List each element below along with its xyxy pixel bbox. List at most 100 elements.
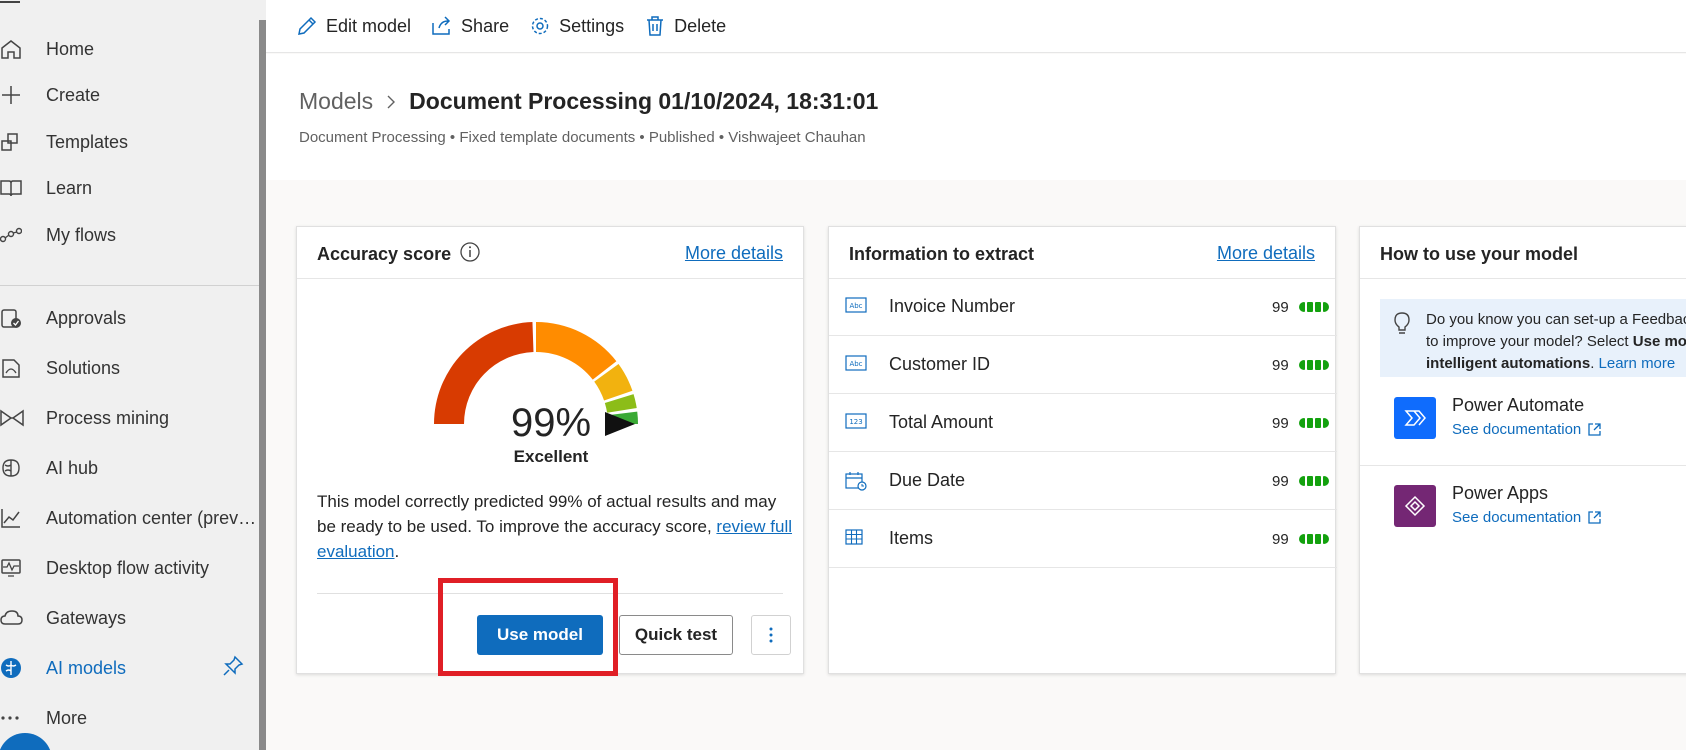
nav-item-automation-center[interactable]: Automation center (previe... [0, 496, 260, 540]
nav-item-templates[interactable]: Templates [0, 120, 258, 164]
nav-item-approvals[interactable]: Approvals [0, 296, 258, 340]
svg-text:Abc: Abc [849, 302, 862, 310]
field-confidence: 99 [1272, 357, 1289, 374]
share-label: Share [461, 15, 510, 36]
feedback-tip-banner: Do you know you can set-up a Feedbac to … [1380, 299, 1686, 377]
ai-models-icon [0, 655, 26, 681]
nav-item-my-flows[interactable]: My flows [0, 213, 258, 257]
confidence-bars [1299, 476, 1331, 486]
power-apps-docs-link[interactable]: See documentation [1452, 509, 1602, 526]
field-row[interactable]: Items 99 [829, 511, 1337, 568]
info-icon[interactable] [459, 241, 481, 268]
pencil-icon [298, 16, 317, 35]
divider [317, 593, 783, 594]
nav-label: Templates [46, 131, 129, 152]
monitor-icon [0, 555, 26, 581]
power-automate-icon [1394, 397, 1436, 439]
app-name: Power Apps [1452, 483, 1549, 503]
solutions-icon [0, 355, 26, 381]
sidebar-scrollbar[interactable] [259, 20, 266, 750]
ai-hub-icon [0, 455, 26, 481]
confidence-bars [1299, 360, 1331, 370]
nav-item-learn[interactable]: Learn [0, 166, 258, 210]
field-name: Due Date [889, 470, 966, 490]
nav-item-solutions[interactable]: Solutions [0, 346, 258, 390]
number-field-icon: 123 [845, 413, 867, 434]
power-apps-row: Power Apps See documentation [1360, 467, 1686, 553]
nav-label: AI hub [46, 457, 99, 478]
nav-item-desktop-flow-activity[interactable]: Desktop flow activity [0, 546, 258, 590]
hamburger-menu-icon[interactable] [0, 0, 22, 6]
field-row[interactable]: Abc Invoice Number 99 [829, 279, 1337, 336]
page-title: Document Processing 01/10/2024, 18:31:01 [409, 88, 879, 114]
field-name: Items [889, 528, 934, 548]
chart-icon [0, 505, 26, 531]
nav-label: Automation center (previe... [46, 507, 260, 528]
field-row[interactable]: Abc Customer ID 99 [829, 337, 1337, 394]
docs-link-text: See documentation [1452, 509, 1582, 526]
tip-line-3-bold: intelligent automations [1426, 355, 1591, 372]
field-confidence: 99 [1272, 415, 1289, 432]
flows-icon [0, 222, 26, 248]
accuracy-description: This model correctly predicted 99% of ac… [317, 489, 792, 564]
nav-item-ai-hub[interactable]: AI hub [0, 446, 258, 490]
tip-line-3: intelligent automations. Learn more [1426, 353, 1686, 375]
breadcrumb: Models Document Processing 01/10/2024, 1… [299, 88, 878, 115]
nav-item-more[interactable]: More [0, 696, 258, 740]
nav-label: Gateways [46, 607, 127, 628]
tip-line-2-bold: Use mo [1632, 333, 1686, 350]
pin-icon[interactable] [222, 655, 244, 682]
field-row[interactable]: Due Date 99 [829, 453, 1337, 510]
share-button[interactable]: Share [431, 15, 509, 37]
quick-test-button[interactable]: Quick test [619, 615, 733, 655]
use-model-button[interactable]: Use model [477, 615, 603, 655]
card-header: Information to extract More details [829, 227, 1335, 279]
left-navigation: Home Create Templates Learn My flows App… [0, 0, 266, 750]
command-bar: Edit model Share Settings Delete [266, 0, 1686, 53]
settings-button[interactable]: Settings [529, 15, 624, 37]
extract-more-details-link[interactable]: More details [1217, 243, 1315, 264]
breadcrumb-models-link[interactable]: Models [299, 88, 373, 115]
external-link-icon [1588, 423, 1601, 436]
more-options-button[interactable] [751, 615, 791, 655]
power-automate-row: Power Automate See documentation [1360, 379, 1686, 465]
power-automate-docs-link[interactable]: See documentation [1452, 421, 1602, 438]
home-icon [0, 36, 26, 62]
period: . [1590, 355, 1599, 372]
how-to-use-card: How to use your model Do you know you ca… [1359, 226, 1686, 674]
delete-label: Delete [674, 15, 727, 36]
table-field-icon [845, 529, 865, 552]
page-header: Models Document Processing 01/10/2024, 1… [266, 54, 1686, 180]
accuracy-rating: Excellent [513, 447, 589, 466]
more-icon [0, 705, 26, 731]
field-confidence: 99 [1272, 299, 1289, 316]
field-name: Customer ID [889, 354, 991, 374]
nav-item-ai-models[interactable]: AI models [0, 646, 258, 690]
edit-model-label: Edit model [326, 15, 412, 36]
nav-label: Home [46, 38, 95, 59]
learn-more-link[interactable]: Learn more [1599, 355, 1676, 372]
nav-divider [0, 285, 260, 286]
field-confidence: 99 [1272, 473, 1289, 490]
card-title: Information to extract [849, 244, 1035, 264]
cloud-icon [0, 605, 26, 631]
accuracy-more-details-link[interactable]: More details [685, 243, 783, 264]
tip-line-2: to improve your model? Select Use mo [1426, 331, 1686, 353]
settings-label: Settings [559, 15, 625, 36]
model-metadata: Document Processing • Fixed template doc… [299, 129, 866, 146]
text-field-icon: Abc [845, 355, 867, 376]
delete-button[interactable]: Delete [644, 15, 726, 37]
nav-item-create[interactable]: Create [0, 73, 258, 117]
period: . [394, 542, 400, 561]
nav-item-process-mining[interactable]: Process mining [0, 396, 258, 440]
nav-item-home[interactable]: Home [0, 27, 258, 71]
nav-item-gateways[interactable]: Gateways [0, 596, 258, 640]
edit-model-button[interactable]: Edit model [296, 15, 411, 37]
field-row[interactable]: 123 Total Amount 99 [829, 395, 1337, 452]
external-link-icon [1588, 511, 1601, 524]
chevron-right-icon [387, 95, 396, 108]
card-header: Accuracy score More details [297, 227, 803, 279]
trash-icon [647, 16, 664, 36]
main-content: Edit model Share Settings Delete Models … [266, 0, 1686, 750]
svg-text:123: 123 [849, 418, 862, 426]
